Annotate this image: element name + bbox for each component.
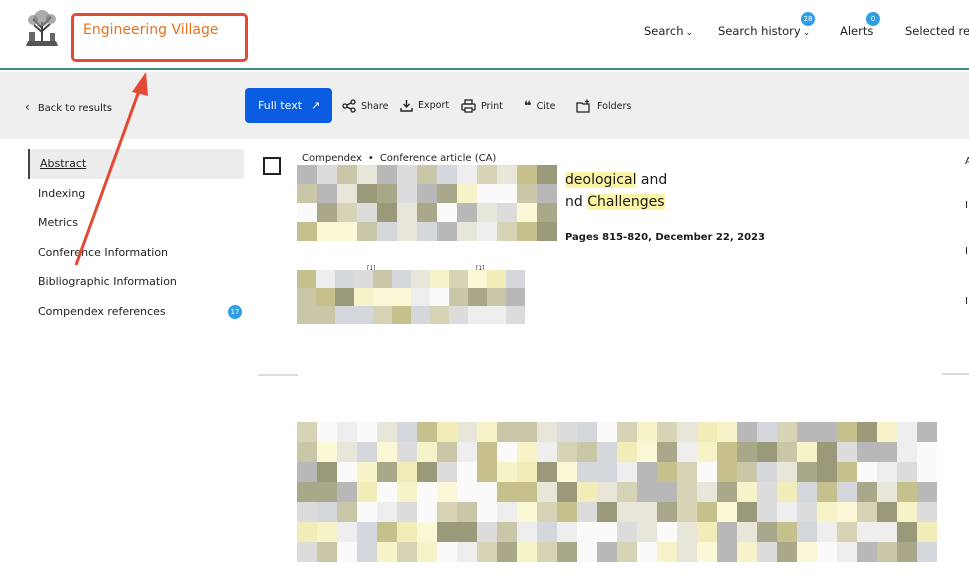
page: Engineering Village Search ⌄ Search histo…	[0, 0, 969, 588]
annotation-arrow-icon	[74, 72, 148, 266]
